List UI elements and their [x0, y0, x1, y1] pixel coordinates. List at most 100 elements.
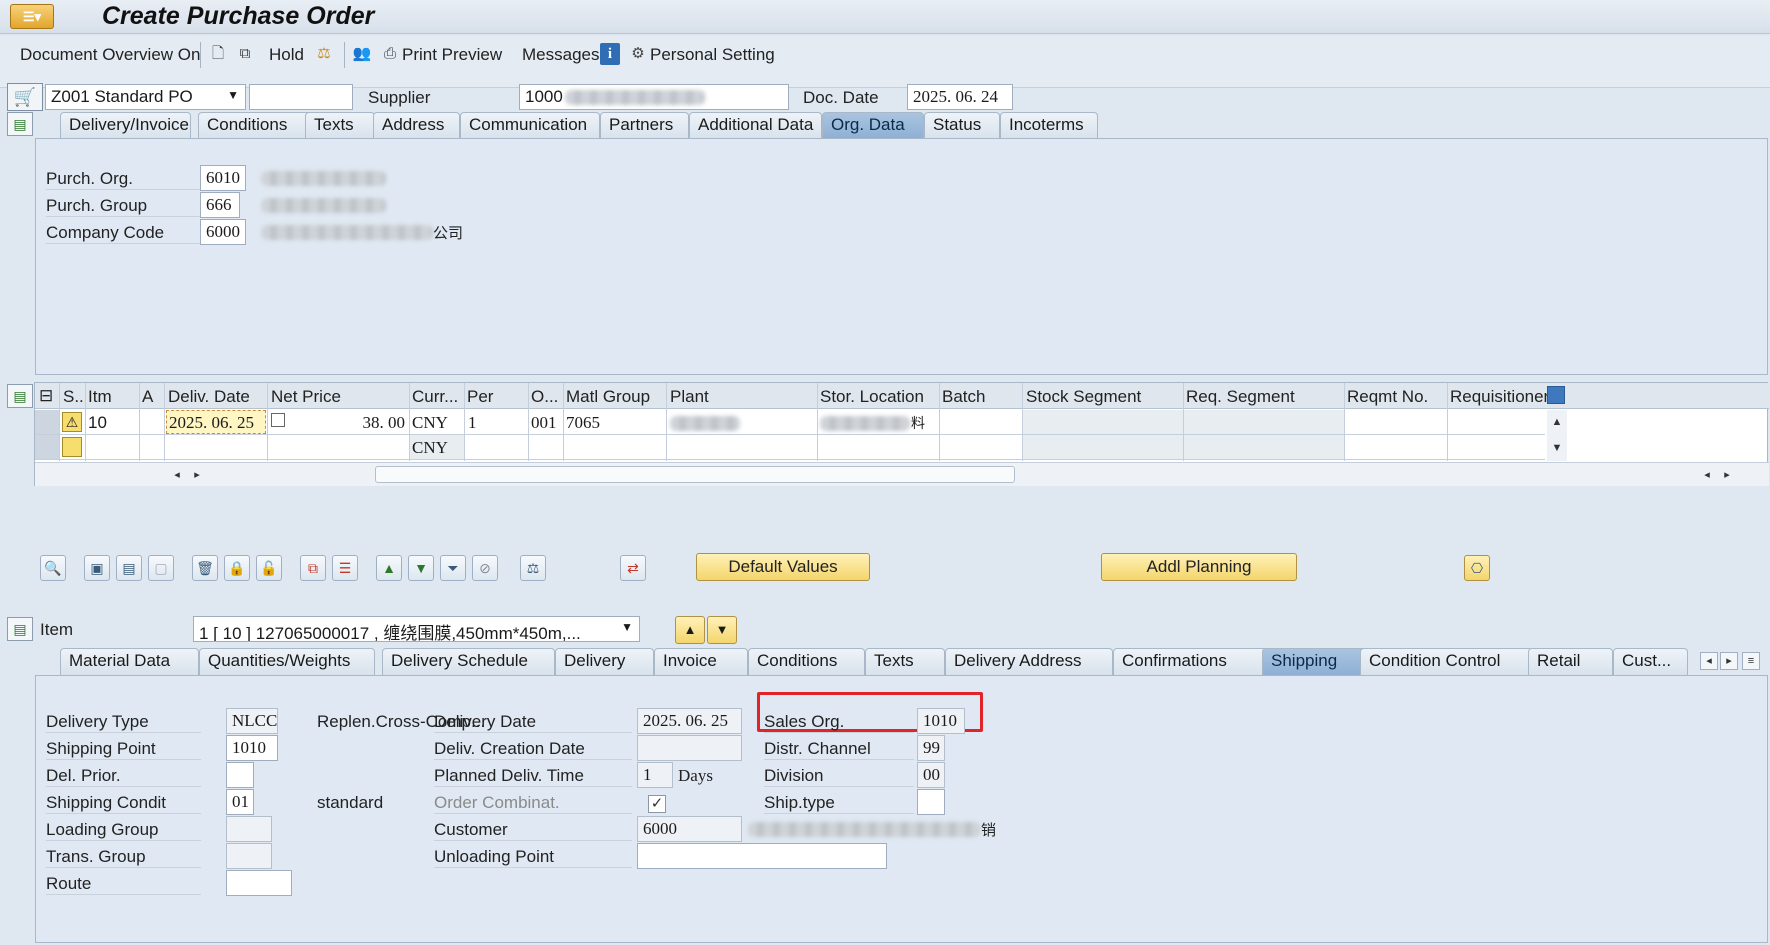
- column-header-per[interactable]: Per: [467, 387, 493, 407]
- ship-type-field[interactable]: [917, 789, 945, 815]
- tab-communication[interactable]: Communication: [460, 112, 600, 139]
- expand-items-icon[interactable]: ▤: [7, 384, 33, 408]
- tab-texts[interactable]: Texts: [865, 648, 945, 675]
- lock-icon[interactable]: 🔒: [224, 555, 250, 581]
- shipping-point-field[interactable]: 1010: [226, 735, 278, 761]
- company-code-field[interactable]: 6000: [200, 219, 246, 245]
- column-header-stock-segment[interactable]: Stock Segment: [1026, 387, 1141, 407]
- tab-texts[interactable]: Texts: [305, 112, 375, 139]
- unlock-icon[interactable]: 🔓: [256, 555, 282, 581]
- tab-quantities-weights[interactable]: Quantities/Weights: [199, 648, 375, 675]
- scroll-up-icon[interactable]: ▲: [1550, 414, 1564, 430]
- tab-address[interactable]: Address: [373, 112, 460, 139]
- cell-per[interactable]: 1: [468, 413, 477, 433]
- column-header-matl-group[interactable]: Matl Group: [566, 387, 650, 407]
- tab-status[interactable]: Status: [924, 112, 1000, 139]
- column-header-order-unit[interactable]: O...: [531, 387, 558, 407]
- scroll-left-icon[interactable]: ◂: [170, 467, 184, 483]
- addl-planning-button[interactable]: Addl Planning: [1101, 553, 1297, 581]
- scroll-right-icon[interactable]: ▸: [190, 467, 204, 483]
- delivery-type-field[interactable]: NLCC: [226, 708, 278, 734]
- column-header-req-segment[interactable]: Req. Segment: [1186, 387, 1295, 407]
- cell-deliv-date-input[interactable]: 2025. 06. 25: [166, 410, 266, 434]
- tab-delivery[interactable]: Delivery: [555, 648, 654, 675]
- warning-icon[interactable]: ⚠: [62, 412, 82, 432]
- cell-order-unit[interactable]: 001: [531, 413, 557, 433]
- column-header-stor-location[interactable]: Stor. Location: [820, 387, 924, 407]
- route-field[interactable]: [226, 870, 292, 896]
- row-selector[interactable]: [35, 435, 59, 459]
- personal-setting-button[interactable]: Personal Setting: [650, 45, 775, 65]
- tab-retail[interactable]: Retail: [1528, 648, 1613, 675]
- hold-button[interactable]: Hold: [269, 45, 304, 65]
- tab-delivery-address[interactable]: Delivery Address: [945, 648, 1113, 675]
- check-icon[interactable]: ⚖: [314, 43, 334, 65]
- item-select[interactable]: 1 [ 10 ] 127065000017 , 缠绕围膜,450mm*450m,…: [193, 616, 640, 642]
- tab-shipping[interactable]: Shipping: [1262, 648, 1370, 675]
- sort-ascending-icon[interactable]: ▲: [376, 555, 402, 581]
- tab-incoterms[interactable]: Incoterms: [1000, 112, 1098, 139]
- po-number-field[interactable]: [249, 84, 353, 110]
- next-item-button[interactable]: ▼: [707, 616, 737, 644]
- row-selector[interactable]: [35, 410, 59, 434]
- tab-confirmations[interactable]: Confirmations: [1113, 648, 1268, 675]
- check-items-icon[interactable]: ⚖: [520, 555, 546, 581]
- print-preview-icon[interactable]: ⎙: [380, 43, 400, 65]
- tab-list-icon[interactable]: ≡: [1742, 652, 1760, 670]
- document-overview-button[interactable]: Document Overview On: [20, 45, 200, 65]
- doc-date-field[interactable]: 2025. 06. 24: [907, 84, 1013, 110]
- tab-partners[interactable]: Partners: [600, 112, 689, 139]
- tab-scroll-right-icon[interactable]: ▸: [1720, 652, 1738, 670]
- filter-delete-icon[interactable]: ⊘: [472, 555, 498, 581]
- column-selector-icon[interactable]: ⊟: [39, 386, 53, 406]
- column-header-plant[interactable]: Plant: [670, 387, 709, 407]
- cell-net-price[interactable]: 38. 00: [335, 413, 406, 433]
- column-header-a[interactable]: A: [142, 387, 153, 407]
- personal-object-work-list-icon[interactable]: 👥: [352, 43, 372, 65]
- copy-item-icon[interactable]: ⧉: [300, 555, 326, 581]
- doc-type-select[interactable]: Z001 Standard PO ▼: [45, 84, 246, 110]
- expand-item-detail-icon[interactable]: ▤: [7, 617, 33, 641]
- copy-icon[interactable]: [271, 413, 285, 427]
- deselect-icon[interactable]: ▢: [148, 555, 174, 581]
- unloading-point-field[interactable]: [637, 843, 887, 869]
- messages-button[interactable]: Messages: [522, 45, 599, 65]
- scroll-right-end-icon[interactable]: ▸: [1720, 467, 1734, 483]
- previous-item-button[interactable]: ▲: [675, 616, 705, 644]
- column-header-deliv-date[interactable]: Deliv. Date: [168, 387, 250, 407]
- new-document-icon[interactable]: 🗋: [208, 43, 228, 65]
- purch-group-field[interactable]: 666: [200, 192, 240, 218]
- sort-descending-icon[interactable]: ▼: [408, 555, 434, 581]
- column-header-requisitioner[interactable]: Requisitioner: [1450, 387, 1549, 407]
- column-header-status[interactable]: S..: [63, 387, 84, 407]
- filter-icon[interactable]: ⏷: [440, 555, 466, 581]
- details-icon[interactable]: 🔍: [40, 555, 66, 581]
- purch-org-field[interactable]: 6010: [200, 165, 246, 191]
- sap-menu-icon[interactable]: ☰▾: [10, 4, 54, 29]
- personal-setting-icon[interactable]: ⚙: [628, 43, 648, 65]
- column-header-batch[interactable]: Batch: [942, 387, 985, 407]
- column-header-net-price[interactable]: Net Price: [271, 387, 341, 407]
- scroll-thumb[interactable]: [375, 466, 1015, 483]
- tab-delivery-schedule[interactable]: Delivery Schedule: [382, 648, 555, 675]
- column-header-reqmt-no[interactable]: Reqmt No.: [1347, 387, 1428, 407]
- supplier-field[interactable]: 1000: [519, 84, 789, 110]
- table-row[interactable]: ⚠ 10 2025. 06. 25 38. 00 CNY 1 001 7065 …: [35, 410, 1545, 435]
- vertical-scrollbar[interactable]: ▲ ▼: [1547, 410, 1567, 461]
- default-values-button[interactable]: Default Values: [696, 553, 870, 581]
- select-block-icon[interactable]: ▤: [116, 555, 142, 581]
- tab-cust[interactable]: Cust...: [1613, 648, 1688, 675]
- tab-additional-data[interactable]: Additional Data: [689, 112, 822, 139]
- sub-items-icon[interactable]: ☰: [332, 555, 358, 581]
- table-row[interactable]: CNY: [35, 435, 1545, 460]
- select-all-icon[interactable]: ▣: [84, 555, 110, 581]
- tab-invoice[interactable]: Invoice: [654, 648, 748, 675]
- scroll-down-icon[interactable]: ▼: [1550, 440, 1564, 456]
- expand-header-icon[interactable]: ▤: [7, 112, 33, 136]
- services-icon[interactable]: ⎔: [1464, 555, 1490, 581]
- tab-delivery-invoice[interactable]: Delivery/Invoice: [60, 112, 191, 139]
- delete-icon[interactable]: 🗑: [192, 555, 218, 581]
- table-settings-icon[interactable]: [1547, 386, 1565, 404]
- del-prior-field[interactable]: [226, 762, 254, 788]
- info-icon[interactable]: i: [600, 43, 620, 65]
